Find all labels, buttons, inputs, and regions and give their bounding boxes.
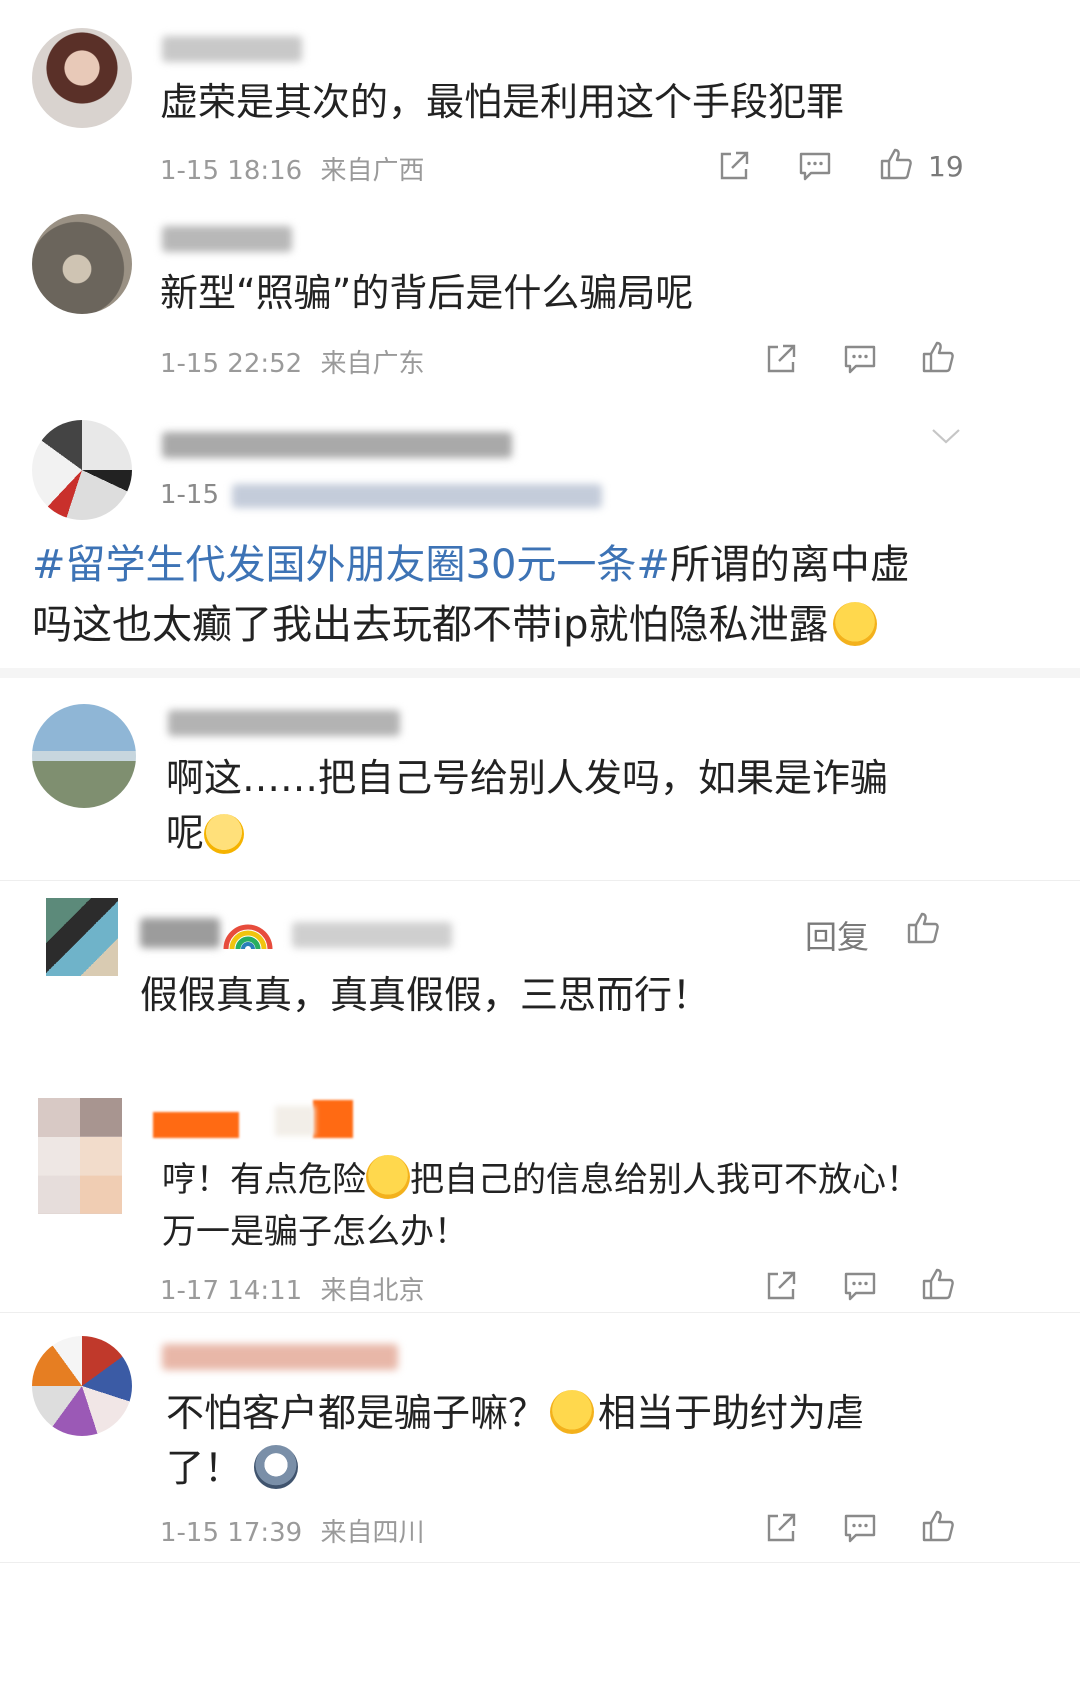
comment-icon[interactable]	[842, 341, 878, 377]
avatar[interactable]	[38, 1098, 122, 1214]
thumbs-up-icon[interactable]	[920, 1266, 956, 1302]
comment-text-line2: 了！	[166, 1440, 299, 1496]
comment-icon[interactable]	[797, 148, 833, 184]
share-icon[interactable]	[763, 1510, 799, 1546]
post-text-line2: 吗这也太癫了我出去玩都不带ip就怕隐私泄露	[32, 595, 877, 655]
comment-meta: 1-15 18:16 来自广西	[160, 150, 424, 187]
share-icon[interactable]	[716, 148, 752, 184]
hashtag-link[interactable]: #留学生代发国外朋友圈30元一条#	[32, 542, 670, 588]
comment-date: 1-15 17:39	[160, 1518, 303, 1548]
pleading-face-emoji	[550, 1390, 595, 1434]
comment-text: 把自己的信息给别人我可不放心！	[410, 1160, 920, 1200]
avatar[interactable]	[46, 898, 118, 976]
divider	[0, 1562, 1080, 1563]
divider	[0, 1312, 1080, 1313]
thumbs-up-icon[interactable]	[878, 146, 914, 182]
username-blurred[interactable]	[168, 710, 400, 736]
comment-text: 虚荣是其次的，最怕是利用这个手段犯罪	[160, 80, 845, 124]
comment-text-line2: 呢	[166, 805, 245, 861]
divider	[0, 880, 1080, 881]
comment-location: 来自四川	[320, 1518, 425, 1548]
like-count: 19	[928, 150, 964, 183]
comment-meta: 1-17 14:11 来自北京	[160, 1270, 424, 1307]
avatar[interactable]	[32, 420, 132, 520]
username-suffix-blurred	[292, 922, 452, 948]
comment-location: 来自北京	[320, 1276, 425, 1306]
comment-icon[interactable]	[842, 1268, 878, 1304]
comment-location: 来自广东	[320, 349, 425, 379]
share-icon[interactable]	[763, 1268, 799, 1304]
rainbow-emoji	[222, 905, 274, 953]
comment-text-line1: 啊这……把自己号给别人发吗，如果是诈骗	[166, 756, 889, 800]
comment-date: 1-15 22:52	[160, 349, 303, 379]
comment-meta: 1-15 22:52 来自广东	[160, 343, 424, 380]
post-date: 1-15	[160, 480, 220, 510]
thumbs-up-icon[interactable]	[920, 1508, 956, 1544]
username-blurred[interactable]	[140, 918, 220, 948]
avatar[interactable]	[32, 704, 136, 808]
comment-date: 1-17 14:11	[160, 1276, 303, 1306]
comment-meta: 1-15 17:39 来自四川	[160, 1512, 424, 1549]
comment-text-line1: 哼！有点危险 把自己的信息给别人我可不放心！	[162, 1152, 920, 1208]
comment-text: 哼！有点危险	[162, 1160, 366, 1200]
smirk-emoji	[366, 1155, 410, 1199]
comment-icon[interactable]	[842, 1510, 878, 1546]
laugh-cry-emoji	[204, 814, 245, 854]
comment-text: 了！	[166, 1446, 243, 1490]
post-text: 所谓的离中虚	[669, 542, 910, 588]
section-divider	[0, 668, 1080, 678]
username-blurred[interactable]	[162, 36, 302, 62]
melting-face-emoji	[832, 602, 877, 646]
username-blurred[interactable]	[162, 432, 512, 458]
comment-text: 呢	[166, 811, 205, 855]
post-text: 吗这也太癫了我出去玩都不带ip就怕隐私泄露	[32, 602, 829, 648]
reply-button[interactable]: 回复	[805, 912, 869, 958]
thumbs-up-icon[interactable]	[905, 910, 941, 946]
husky-emoji	[254, 1445, 299, 1489]
username-redacted	[275, 1106, 315, 1136]
comment-text: 假假真真，真真假假，三思而行！	[140, 973, 711, 1017]
post-text-line1: #留学生代发国外朋友圈30元一条#所谓的离中虚	[32, 535, 910, 595]
device-blurred	[232, 484, 602, 508]
avatar[interactable]	[32, 214, 132, 314]
share-icon[interactable]	[763, 341, 799, 377]
avatar[interactable]	[32, 1336, 132, 1436]
comment-date: 1-15 18:16	[160, 156, 303, 186]
comment-text-line1: 不怕客户都是骗子嘛？ 相当于助纣为虐	[166, 1385, 864, 1441]
comment-text: 相当于助纣为虐	[598, 1391, 865, 1435]
username-redacted[interactable]	[153, 1112, 239, 1138]
username-blurred[interactable]	[162, 226, 292, 252]
avatar[interactable]	[32, 28, 132, 128]
username-blurred[interactable]	[162, 1344, 398, 1370]
comment-text-line2: 万一是骗子怎么办！	[162, 1212, 468, 1252]
comment-text: 新型“照骗”的背后是什么骗局呢	[160, 271, 694, 315]
chevron-down-icon[interactable]	[930, 424, 962, 448]
thumbs-up-icon[interactable]	[920, 339, 956, 375]
comment-location: 来自广西	[320, 156, 425, 186]
comment-text: 不怕客户都是骗子嘛？	[166, 1391, 547, 1435]
username-redacted	[313, 1100, 353, 1138]
